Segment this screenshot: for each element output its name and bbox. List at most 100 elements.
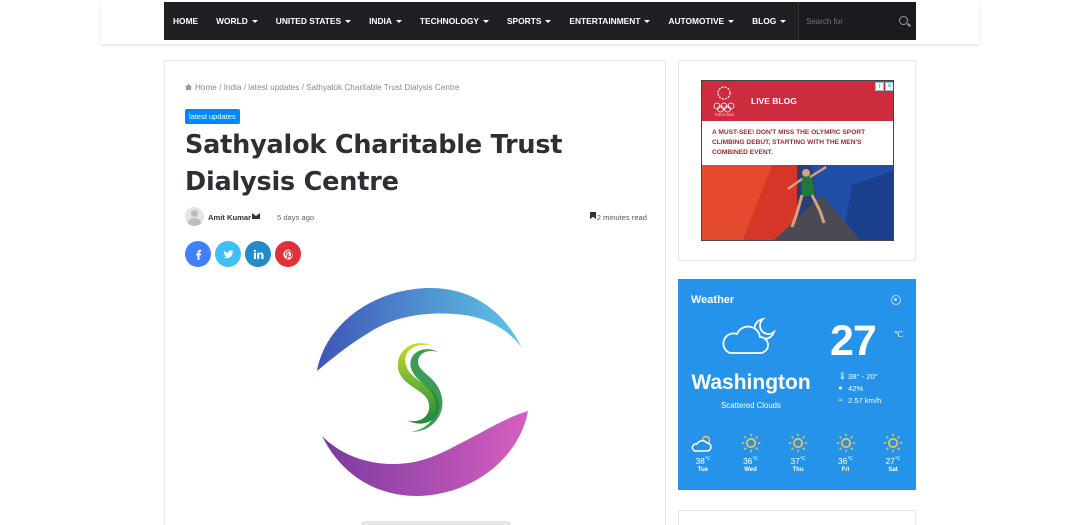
avatar[interactable] bbox=[185, 207, 204, 226]
home-icon bbox=[185, 84, 192, 90]
weather-widget: Weather 27 ℃ Washington Scattered Clouds… bbox=[678, 279, 916, 490]
share-buttons bbox=[185, 241, 301, 267]
trust-logo bbox=[317, 287, 528, 497]
nav-item-entertainment[interactable]: ENTERTAINMENT bbox=[560, 2, 659, 40]
share-linkedin-button[interactable] bbox=[245, 241, 271, 267]
ad-controls: i × bbox=[875, 82, 893, 91]
nav-item-label: INDIA bbox=[369, 16, 392, 26]
nav-items: HOME WORLD UNITED STATES INDIA TECHNOLOGY SPO… bbox=[164, 2, 795, 40]
share-twitter-button[interactable] bbox=[215, 241, 241, 267]
chevron-down-icon bbox=[545, 19, 552, 23]
sidebar-ad-card: TOKYO 2020 LIVE BLOG i × A MUST-SEE! DON… bbox=[678, 60, 916, 261]
forecast-temp: 36℃ bbox=[831, 456, 861, 466]
forecast-temp-unit: ℃ bbox=[799, 456, 806, 463]
search-icon[interactable] bbox=[899, 16, 908, 25]
humidity-row: ● 42% bbox=[838, 383, 881, 395]
sun-icon bbox=[831, 433, 861, 453]
chevron-down-icon bbox=[395, 19, 402, 23]
location-icon[interactable] bbox=[891, 295, 901, 305]
nav-item-automotive[interactable]: AUTOMOTIVE bbox=[659, 2, 743, 40]
ad-text: A MUST-SEE! DON'T MISS THE OLYMPIC SPORT… bbox=[712, 129, 866, 156]
forecast-temp-value: 36 bbox=[837, 456, 848, 466]
breadcrumb-latest-updates[interactable]: latest updates bbox=[248, 83, 299, 92]
forecast-temp: 38℃ bbox=[688, 456, 718, 466]
forecast-temp-value: 27 bbox=[885, 456, 895, 466]
forecast-temp: 36℃ bbox=[736, 456, 766, 466]
category-badge[interactable]: latest updates bbox=[185, 109, 240, 124]
post-date: 5 days ago bbox=[277, 213, 315, 222]
nav-item-home[interactable]: HOME bbox=[164, 2, 207, 40]
main-nav: HOME WORLD UNITED STATES INDIA TECHNOLOGY SPO… bbox=[164, 2, 916, 40]
sun-icon bbox=[736, 433, 766, 453]
sun-icon bbox=[878, 433, 908, 453]
share-facebook-button[interactable] bbox=[185, 241, 211, 267]
humidity: 42% bbox=[848, 384, 864, 393]
nav-item-india[interactable]: INDIA bbox=[360, 2, 411, 40]
forecast-temp-unit: ℃ bbox=[752, 456, 759, 463]
forecast-temp-unit: ℃ bbox=[704, 456, 711, 463]
chevron-down-icon bbox=[251, 19, 258, 23]
read-time: 2 minutes read bbox=[596, 213, 647, 222]
forecast-day: 37℃ Thu bbox=[783, 433, 813, 473]
search-input[interactable] bbox=[799, 16, 889, 26]
mail-icon[interactable] bbox=[252, 213, 260, 219]
forecast-day: 27℃ Sat bbox=[878, 433, 908, 473]
temp-range: 38° - 20° bbox=[848, 372, 878, 381]
title-line-2: Dialysis Centre bbox=[185, 167, 399, 197]
article-card: Home / India / latest updates / Sathyalo… bbox=[164, 60, 666, 525]
nav-item-technology[interactable]: TECHNOLOGY bbox=[411, 2, 498, 40]
nav-item-label: TECHNOLOGY bbox=[419, 16, 479, 26]
nav-item-label: HOME bbox=[173, 16, 199, 26]
forecast-temp-value: 36 bbox=[742, 456, 753, 466]
nav-item-label: BLOG bbox=[752, 16, 777, 26]
breadcrumb-india[interactable]: India bbox=[224, 83, 242, 92]
ad-info-icon[interactable]: i bbox=[875, 82, 884, 91]
meta-dot: · bbox=[271, 213, 274, 222]
forecast-day-name: Tue bbox=[697, 467, 709, 473]
temp-range-row: 🌡 38° - 20° bbox=[838, 371, 881, 383]
forecast-day-name: Sat bbox=[888, 467, 898, 473]
weather-city: Washington bbox=[691, 371, 811, 394]
ad-banner[interactable]: TOKYO 2020 LIVE BLOG i × A MUST-SEE! DON… bbox=[701, 80, 894, 241]
breadcrumb-sep: / bbox=[243, 83, 247, 92]
nav-search bbox=[798, 2, 916, 40]
forecast-day: 36℃ Fri bbox=[831, 433, 861, 473]
nav-item-world[interactable]: WORLD bbox=[207, 2, 267, 40]
linkedin-icon bbox=[253, 249, 263, 259]
breadcrumb-sep: / bbox=[301, 83, 304, 92]
breadcrumb: Home / India / latest updates / Sathyalo… bbox=[185, 83, 459, 92]
ad-climbing-photo bbox=[702, 165, 893, 240]
forecast-day-name: Fri bbox=[841, 467, 850, 473]
thermometer-icon: 🌡 bbox=[838, 373, 847, 380]
nav-item-label: AUTOMOTIVE bbox=[668, 16, 725, 26]
wind-icon: ≈ bbox=[838, 397, 843, 404]
ad-logo-text: TOKYO 2020 bbox=[714, 113, 733, 117]
nav-item-label: UNITED STATES bbox=[275, 16, 342, 26]
humidity-icon: ● bbox=[838, 385, 843, 392]
weather-forecast: 38℃ Tue 36℃ Wed 37℃ Thu 36℃ Fri 27℃ Sat bbox=[688, 433, 908, 473]
sun-icon bbox=[783, 433, 813, 453]
forecast-day-name: Thu bbox=[792, 467, 804, 473]
nav-item-sports[interactable]: SPORTS bbox=[498, 2, 560, 40]
cloud-sun-icon bbox=[688, 433, 718, 453]
weather-title: Weather bbox=[691, 294, 735, 306]
forecast-day-name: Wed bbox=[744, 467, 757, 473]
breadcrumb-sep: / bbox=[219, 83, 222, 92]
post-meta: Amit Kumar · 5 days ago 2 minutes read bbox=[185, 207, 647, 227]
forecast-day: 38℃ Tue bbox=[688, 433, 718, 473]
nav-item-united-states[interactable]: UNITED STATES bbox=[267, 2, 360, 40]
ad-close-icon[interactable]: × bbox=[885, 82, 893, 91]
share-pinterest-button[interactable] bbox=[275, 241, 301, 267]
nav-item-label: SPORTS bbox=[506, 16, 542, 26]
nav-item-blog[interactable]: BLOG bbox=[743, 2, 795, 40]
breadcrumb-current: Sathyalok Charitable Trust Dialysis Cent… bbox=[306, 83, 460, 92]
olympic-logo: TOKYO 2020 bbox=[713, 86, 735, 117]
ad-header: TOKYO 2020 LIVE BLOG i × bbox=[702, 81, 893, 121]
forecast-temp-value: 37 bbox=[790, 456, 800, 466]
bookmark-icon bbox=[590, 212, 596, 219]
forecast-temp-unit: ℃ bbox=[894, 456, 901, 463]
image-caption-placeholder bbox=[361, 521, 511, 525]
author-name[interactable]: Amit Kumar bbox=[208, 213, 251, 222]
breadcrumb-home[interactable]: Home bbox=[195, 83, 217, 92]
nav-item-label: ENTERTAINMENT bbox=[569, 16, 641, 26]
